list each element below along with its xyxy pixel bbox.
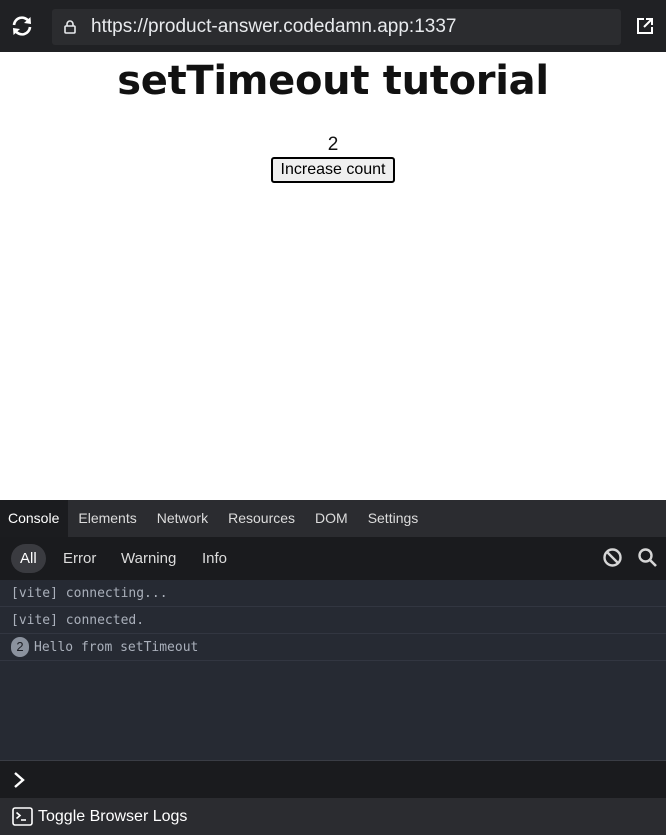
page-content: setTimeout tutorial 2 Increase count <box>0 52 666 500</box>
log-text: [vite] connecting... <box>11 585 168 601</box>
toggle-browser-logs-button[interactable]: Toggle Browser Logs <box>0 798 666 835</box>
log-text: Hello from setTimeout <box>34 639 199 655</box>
tab-network[interactable]: Network <box>147 500 218 537</box>
tab-settings[interactable]: Settings <box>358 500 429 537</box>
log-count-badge: 2 <box>11 637 29 657</box>
filter-info[interactable]: Info <box>202 544 227 573</box>
log-entry: [vite] connecting... <box>0 580 666 607</box>
console-filter-bar: All Error Warning Info <box>0 537 666 580</box>
log-text: [vite] connected. <box>11 612 145 628</box>
address-bar[interactable]: https://product-answer.codedamn.app:1337 <box>52 9 621 45</box>
log-entry: 2 Hello from setTimeout <box>0 634 666 661</box>
tab-dom[interactable]: DOM <box>305 500 358 537</box>
log-entry: [vite] connected. <box>0 607 666 634</box>
increase-count-button[interactable]: Increase count <box>270 157 396 183</box>
lock-icon <box>63 20 77 34</box>
clear-console-button[interactable] <box>602 547 623 568</box>
reload-icon <box>12 16 32 36</box>
open-external-button[interactable] <box>635 16 655 36</box>
filter-all[interactable]: All <box>11 544 46 573</box>
filter-error[interactable]: Error <box>63 544 96 573</box>
devtools-tabs: Console Elements Network Resources DOM S… <box>0 500 666 537</box>
url-text: https://product-answer.codedamn.app:1337 <box>91 16 457 37</box>
reload-button[interactable] <box>10 14 34 38</box>
tab-console[interactable]: Console <box>0 500 69 537</box>
page-title: setTimeout tutorial <box>117 58 549 104</box>
console-log-list: [vite] connecting... [vite] connected. 2… <box>0 580 666 760</box>
terminal-icon <box>12 807 33 826</box>
browser-toolbar: https://product-answer.codedamn.app:1337 <box>0 0 666 52</box>
chevron-right-icon <box>14 772 25 788</box>
tab-elements[interactable]: Elements <box>68 500 146 537</box>
open-external-icon <box>637 18 653 34</box>
tab-resources[interactable]: Resources <box>218 500 305 537</box>
count-value: 2 <box>327 134 339 155</box>
search-icon <box>638 548 657 567</box>
clear-icon <box>603 548 622 567</box>
console-input[interactable] <box>0 760 666 798</box>
search-console-button[interactable] <box>637 547 658 568</box>
filter-warning[interactable]: Warning <box>121 544 176 573</box>
toggle-browser-logs-label: Toggle Browser Logs <box>38 807 188 825</box>
